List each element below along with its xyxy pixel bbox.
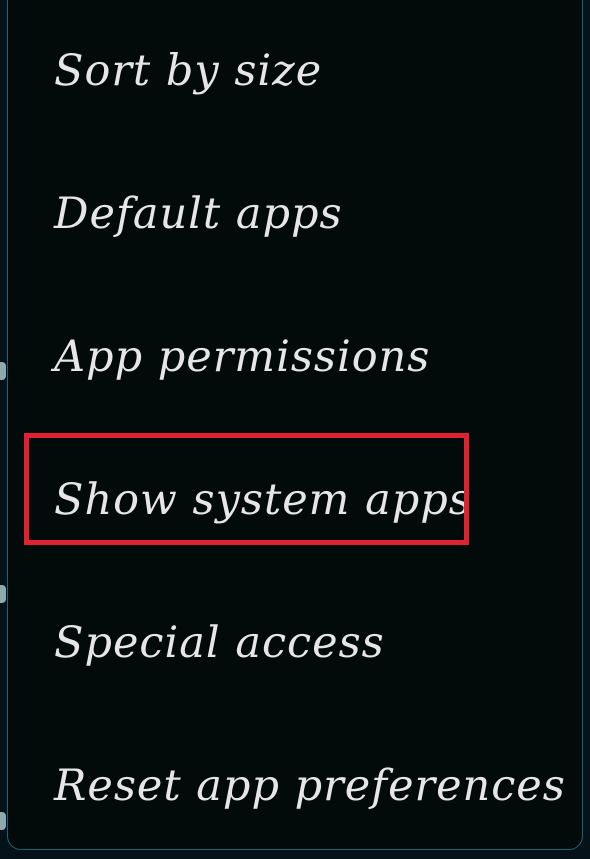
menu-item-app-permissions[interactable]: App permissions — [8, 285, 582, 428]
menu-item-sort-by-size[interactable]: Sort by size — [8, 0, 582, 142]
menu-item-special-access[interactable]: Special access — [8, 571, 582, 714]
highlight-annotation-box — [24, 433, 469, 545]
menu-item-label: Default apps — [54, 188, 343, 239]
menu-item-label: Sort by size — [54, 45, 323, 96]
background-edge-mark — [0, 362, 6, 380]
menu-item-label: App permissions — [54, 331, 431, 382]
menu-item-reset-app-preferences[interactable]: Reset app preferences — [8, 714, 582, 857]
menu-item-label: Special access — [54, 617, 385, 668]
menu-item-default-apps[interactable]: Default apps — [8, 142, 582, 285]
menu-item-label: Reset app preferences — [54, 760, 566, 811]
background-edge-mark — [0, 812, 6, 830]
background-edge-mark — [0, 585, 6, 603]
overflow-menu: Sort by size Default apps App permission… — [7, 0, 583, 850]
